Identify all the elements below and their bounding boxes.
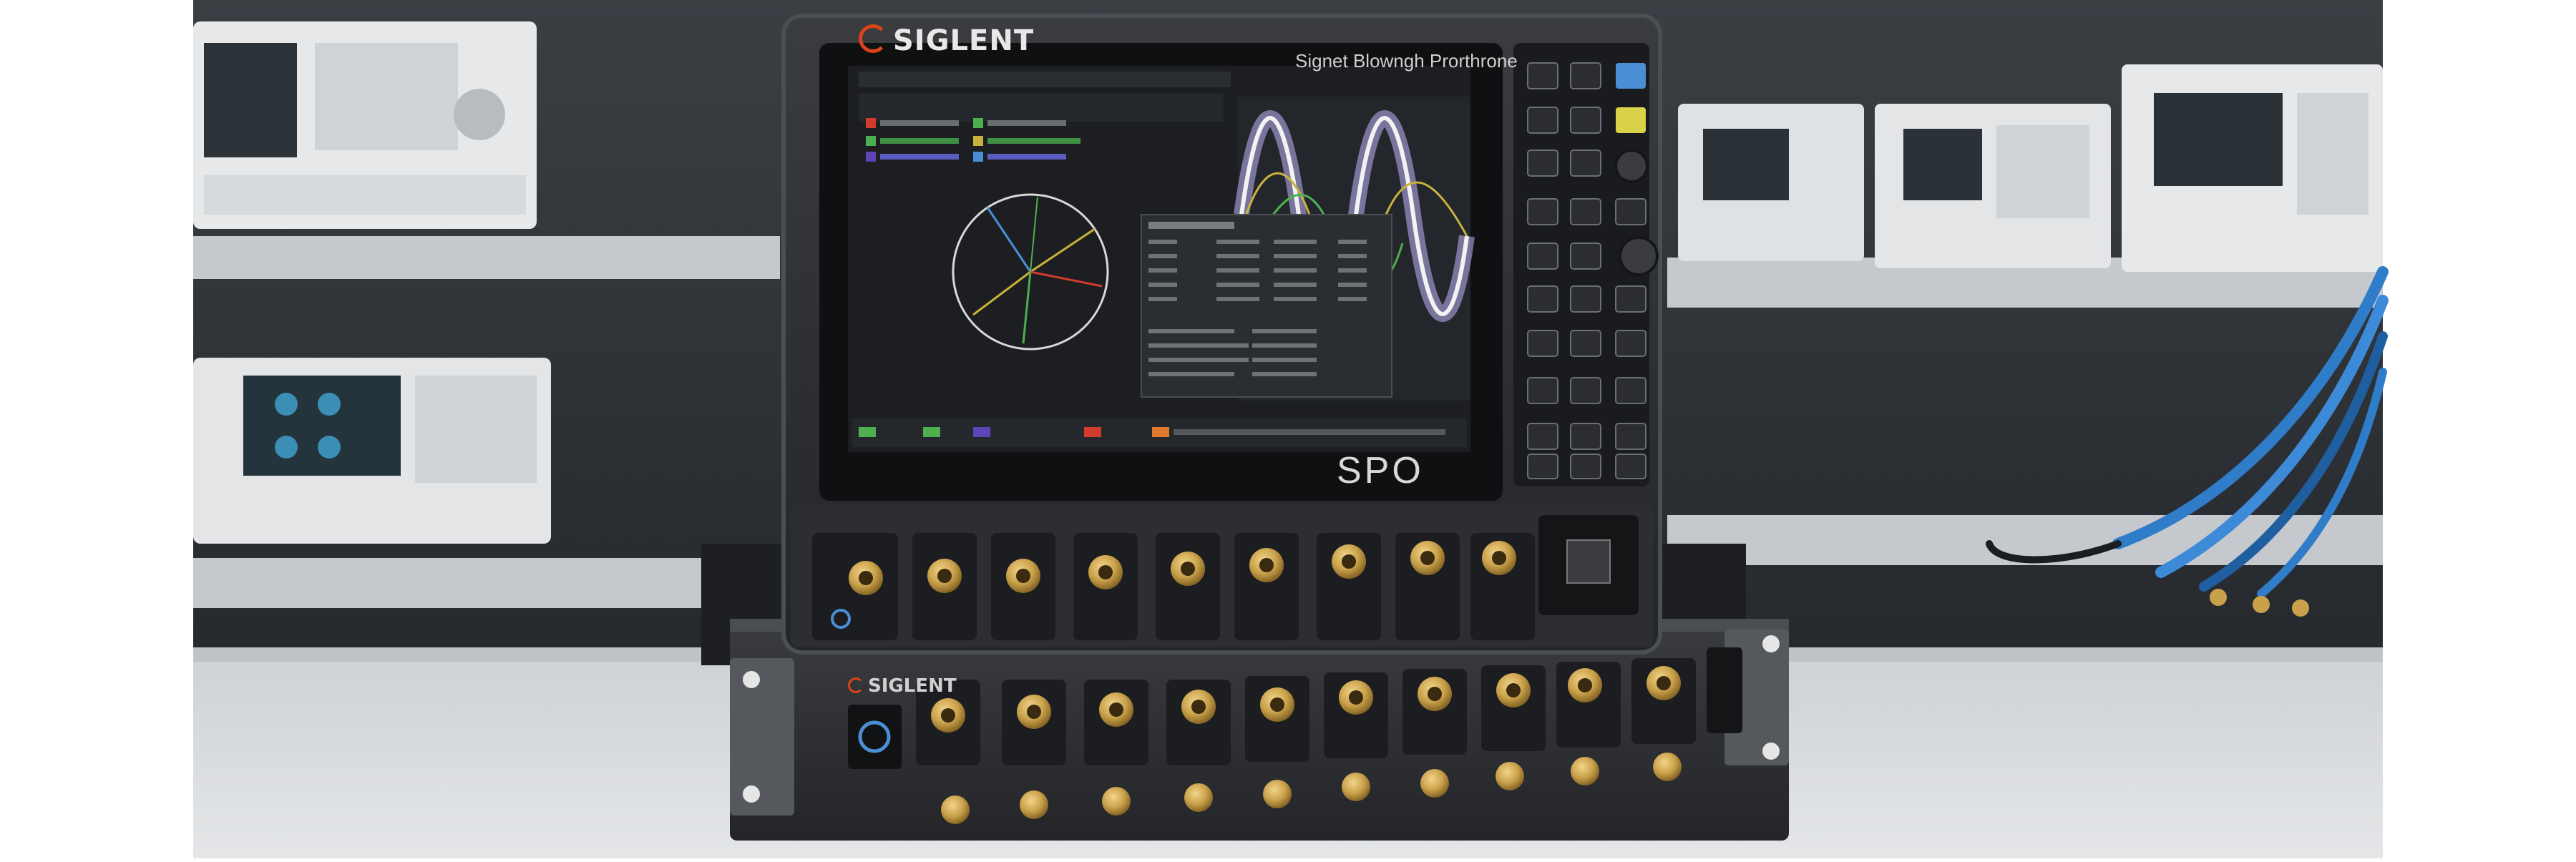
knob-top bbox=[1614, 149, 1649, 183]
knob-middle bbox=[1619, 236, 1659, 276]
screen-title: Signet Blowngh Prorthrone bbox=[1295, 50, 1518, 72]
shelf-left-top bbox=[193, 236, 780, 279]
bg-instrument-5 bbox=[2122, 64, 2383, 272]
model-mark: SPO bbox=[1337, 450, 1424, 491]
brand-logo-top: SIGLENT bbox=[859, 24, 1034, 57]
siglent-logo-icon bbox=[859, 24, 887, 53]
brand-name-top: SIGLENT bbox=[893, 24, 1035, 57]
button-panel bbox=[1513, 43, 1659, 486]
bg-instrument-2 bbox=[193, 358, 551, 544]
scope-screen bbox=[819, 43, 1503, 501]
shelf-left-bottom bbox=[193, 558, 780, 608]
bg-instrument-1 bbox=[193, 21, 537, 229]
bg-instrument-3 bbox=[1678, 104, 1864, 261]
photo-scene: SIGLENT Signet Blowngh Prorthrone SPO SI… bbox=[0, 0, 2576, 858]
bg-instrument-4 bbox=[1875, 104, 2111, 268]
scene-svg bbox=[0, 0, 2576, 858]
siglent-logo-icon-small bbox=[848, 677, 864, 693]
brand-name-rack: SIGLENT bbox=[868, 675, 957, 697]
brand-logo-rack: SIGLENT bbox=[848, 675, 957, 697]
